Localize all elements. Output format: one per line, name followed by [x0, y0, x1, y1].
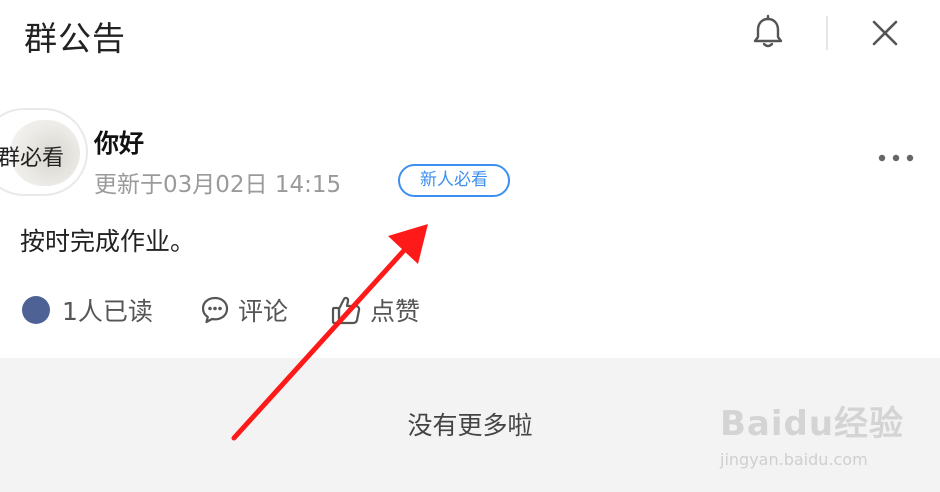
watermark: Baidu经验 jingyan.baidu.com	[720, 388, 903, 484]
watermark-url: jingyan.baidu.com	[720, 450, 868, 469]
watermark-brand: Baidu经验	[720, 404, 905, 444]
